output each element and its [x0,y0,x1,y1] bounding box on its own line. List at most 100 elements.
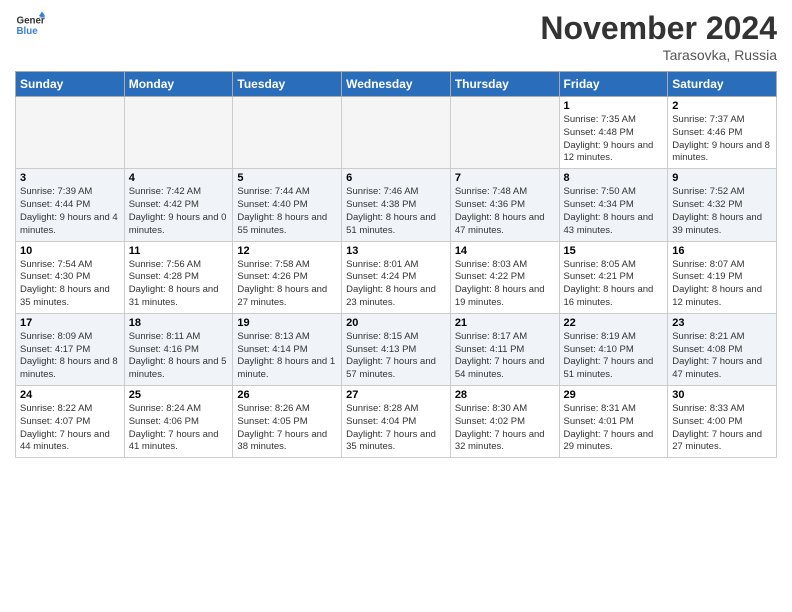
day-info: Sunrise: 8:07 AM Sunset: 4:19 PM Dayligh… [672,259,772,310]
day-info: Sunrise: 8:03 AM Sunset: 4:22 PM Dayligh… [455,259,555,310]
day-number: 30 [672,389,772,401]
day-number: 14 [455,245,555,257]
week-row-2: 3 Sunrise: 7:39 AM Sunset: 4:44 PM Daylig… [16,169,777,241]
table-row: 16 Sunrise: 8:07 AM Sunset: 4:19 PM Dayli… [668,241,777,313]
day-number: 26 [237,389,337,401]
table-row: 23 Sunrise: 8:21 AM Sunset: 4:08 PM Dayli… [668,313,777,385]
day-number: 12 [237,245,337,257]
table-row: 4 Sunrise: 7:42 AM Sunset: 4:42 PM Daylig… [124,169,233,241]
table-row: 1 Sunrise: 7:35 AM Sunset: 4:48 PM Daylig… [559,97,668,169]
table-row: 27Sunrise: 8:28 AM Sunset: 4:04 PM Dayli… [342,386,451,458]
day-info: Sunrise: 7:42 AM Sunset: 4:42 PM Dayligh… [129,186,229,237]
logo-icon: General Blue [15,10,45,40]
day-info: Sunrise: 7:50 AM Sunset: 4:34 PM Dayligh… [564,186,664,237]
day-info: Sunrise: 7:39 AM Sunset: 4:44 PM Dayligh… [20,186,120,237]
day-info: Sunrise: 7:58 AM Sunset: 4:26 PM Dayligh… [237,259,337,310]
day-number: 16 [672,245,772,257]
table-row: 26 Sunrise: 8:26 AM Sunset: 4:05 PM Dayli… [233,386,342,458]
day-number: 11 [129,245,229,257]
day-info: Sunrise: 8:05 AM Sunset: 4:21 PM Dayligh… [564,259,664,310]
day-info: Sunrise: 8:24 AM Sunset: 4:06 PM Dayligh… [129,403,229,454]
day-number: 21 [455,317,555,329]
table-row [450,97,559,169]
week-row-5: 24Sunrise: 8:22 AM Sunset: 4:07 PM Dayli… [16,386,777,458]
day-info: Sunrise: 8:21 AM Sunset: 4:08 PM Dayligh… [672,331,772,382]
day-info: Sunrise: 8:31 AM Sunset: 4:01 PM Dayligh… [564,403,664,454]
table-row [16,97,125,169]
day-number: 20 [346,317,446,329]
day-info: Sunrise: 8:15 AM Sunset: 4:13 PM Dayligh… [346,331,446,382]
day-info: Sunrise: 8:17 AM Sunset: 4:11 PM Dayligh… [455,331,555,382]
day-number: 2 [672,100,772,112]
table-row: 18 Sunrise: 8:11 AM Sunset: 4:16 PM Dayli… [124,313,233,385]
day-info: Sunrise: 8:09 AM Sunset: 4:17 PM Dayligh… [20,331,120,382]
day-info: Sunrise: 7:46 AM Sunset: 4:38 PM Dayligh… [346,186,446,237]
table-row: 14 Sunrise: 8:03 AM Sunset: 4:22 PM Dayli… [450,241,559,313]
header: General Blue November 2024 Tarasovka, Ru… [15,10,777,63]
day-number: 22 [564,317,664,329]
table-row: 25Sunrise: 8:24 AM Sunset: 4:06 PM Dayli… [124,386,233,458]
day-info: Sunrise: 8:01 AM Sunset: 4:24 PM Dayligh… [346,259,446,310]
table-row: 22 Sunrise: 8:19 AM Sunset: 4:10 PM Dayli… [559,313,668,385]
col-wednesday: Wednesday [342,72,451,97]
day-number: 10 [20,245,120,257]
day-info: Sunrise: 7:37 AM Sunset: 4:46 PM Dayligh… [672,114,772,165]
day-number: 1 [564,100,664,112]
day-number: 5 [237,172,337,184]
svg-text:Blue: Blue [17,26,39,37]
calendar-header-row: Sunday Monday Tuesday Wednesday Thursday… [16,72,777,97]
table-row: 8Sunrise: 7:50 AM Sunset: 4:34 PM Daylig… [559,169,668,241]
day-number: 13 [346,245,446,257]
table-row: 11 Sunrise: 7:56 AM Sunset: 4:28 PM Dayli… [124,241,233,313]
day-number: 29 [564,389,664,401]
col-monday: Monday [124,72,233,97]
day-info: Sunrise: 7:56 AM Sunset: 4:28 PM Dayligh… [129,259,229,310]
table-row: 9Sunrise: 7:52 AM Sunset: 4:32 PM Daylig… [668,169,777,241]
day-number: 23 [672,317,772,329]
table-row: 2 Sunrise: 7:37 AM Sunset: 4:46 PM Daylig… [668,97,777,169]
week-row-3: 10 Sunrise: 7:54 AM Sunset: 4:30 PM Dayli… [16,241,777,313]
week-row-4: 17 Sunrise: 8:09 AM Sunset: 4:17 PM Dayli… [16,313,777,385]
location: Tarasovka, Russia [540,47,777,63]
table-row [342,97,451,169]
day-info: Sunrise: 8:22 AM Sunset: 4:07 PM Dayligh… [20,403,120,454]
day-number: 19 [237,317,337,329]
day-info: Sunrise: 7:35 AM Sunset: 4:48 PM Dayligh… [564,114,664,165]
day-number: 6 [346,172,446,184]
table-row [124,97,233,169]
day-info: Sunrise: 8:19 AM Sunset: 4:10 PM Dayligh… [564,331,664,382]
day-info: Sunrise: 7:44 AM Sunset: 4:40 PM Dayligh… [237,186,337,237]
day-info: Sunrise: 8:11 AM Sunset: 4:16 PM Dayligh… [129,331,229,382]
day-info: Sunrise: 7:48 AM Sunset: 4:36 PM Dayligh… [455,186,555,237]
table-row: 29 Sunrise: 8:31 AM Sunset: 4:01 PM Dayli… [559,386,668,458]
table-row: 15 Sunrise: 8:05 AM Sunset: 4:21 PM Dayli… [559,241,668,313]
day-number: 9 [672,172,772,184]
day-info: Sunrise: 8:13 AM Sunset: 4:14 PM Dayligh… [237,331,337,382]
table-row: 20 Sunrise: 8:15 AM Sunset: 4:13 PM Dayli… [342,313,451,385]
day-number: 18 [129,317,229,329]
col-saturday: Saturday [668,72,777,97]
table-row: 5 Sunrise: 7:44 AM Sunset: 4:40 PM Daylig… [233,169,342,241]
day-number: 17 [20,317,120,329]
col-thursday: Thursday [450,72,559,97]
col-friday: Friday [559,72,668,97]
table-row: 30Sunrise: 8:33 AM Sunset: 4:00 PM Dayli… [668,386,777,458]
title-block: November 2024 Tarasovka, Russia [540,10,777,63]
day-info: Sunrise: 8:26 AM Sunset: 4:05 PM Dayligh… [237,403,337,454]
table-row: 17 Sunrise: 8:09 AM Sunset: 4:17 PM Dayli… [16,313,125,385]
table-row: 13 Sunrise: 8:01 AM Sunset: 4:24 PM Dayli… [342,241,451,313]
table-row: 10 Sunrise: 7:54 AM Sunset: 4:30 PM Dayli… [16,241,125,313]
day-info: Sunrise: 7:54 AM Sunset: 4:30 PM Dayligh… [20,259,120,310]
day-number: 15 [564,245,664,257]
month-title: November 2024 [540,10,777,47]
day-number: 7 [455,172,555,184]
table-row [233,97,342,169]
table-row: 12 Sunrise: 7:58 AM Sunset: 4:26 PM Dayli… [233,241,342,313]
day-number: 4 [129,172,229,184]
logo: General Blue [15,10,47,40]
table-row: 7 Sunrise: 7:48 AM Sunset: 4:36 PM Daylig… [450,169,559,241]
col-sunday: Sunday [16,72,125,97]
table-row: 24Sunrise: 8:22 AM Sunset: 4:07 PM Dayli… [16,386,125,458]
day-number: 3 [20,172,120,184]
day-info: Sunrise: 8:28 AM Sunset: 4:04 PM Dayligh… [346,403,446,454]
